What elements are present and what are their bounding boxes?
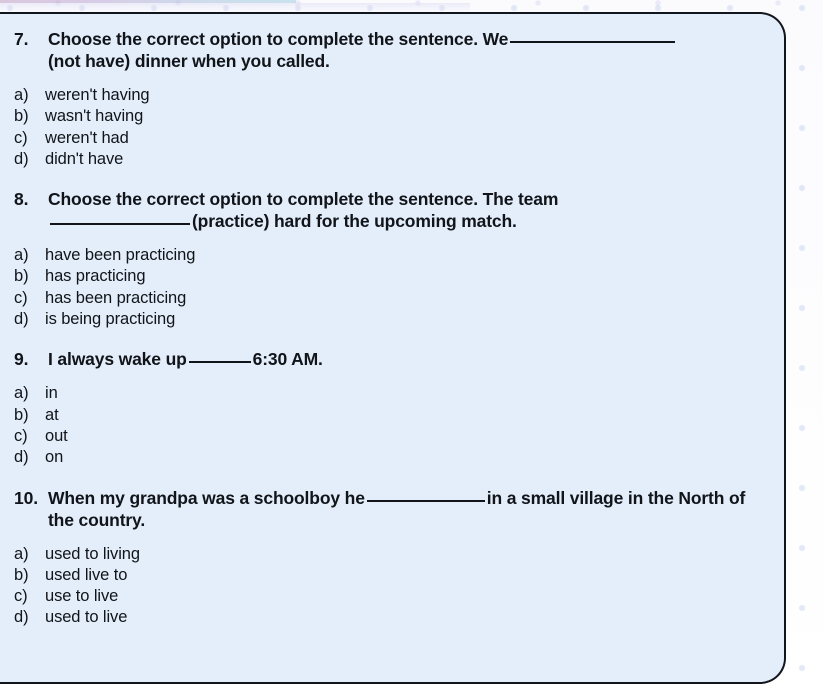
answer-blank bbox=[188, 361, 251, 364]
question-block: 8. Choose the correct option to complete… bbox=[14, 188, 758, 330]
option-letter: c) bbox=[14, 426, 28, 445]
option-letter: d) bbox=[14, 448, 29, 467]
option-text: use to live bbox=[45, 587, 119, 606]
option-text: weren't had bbox=[45, 128, 129, 147]
option-text: used live to bbox=[45, 565, 128, 584]
option-text: used to live bbox=[45, 608, 128, 627]
question-row: 7. Choose the correct option to complete… bbox=[14, 28, 758, 72]
answer-blank bbox=[510, 41, 676, 43]
option-text: has been practicing bbox=[45, 288, 187, 307]
question-text: When my grandpa was a schoolboy he in a s… bbox=[48, 487, 758, 531]
option-letter: d) bbox=[14, 149, 29, 168]
option-text: is being practicing bbox=[45, 310, 176, 329]
question-row: 10. When my grandpa was a schoolboy he in… bbox=[14, 487, 758, 531]
option-letter: c) bbox=[14, 587, 28, 606]
option-letter: a) bbox=[14, 544, 29, 563]
option-letter: d) bbox=[14, 310, 29, 329]
question-text-before: Choose the correct option to complete th… bbox=[48, 29, 509, 49]
option-letter: a) bbox=[14, 86, 29, 104]
option-row[interactable]: a) used to living bbox=[14, 544, 758, 565]
option-letter: c) bbox=[14, 128, 28, 147]
option-text: in bbox=[45, 384, 58, 403]
question-block: 10. When my grandpa was a schoolboy he in… bbox=[14, 487, 758, 629]
option-letter: a) bbox=[14, 384, 29, 403]
option-row[interactable]: d) used to live bbox=[14, 607, 758, 628]
options-list: a) used to living b) used live to c) use… bbox=[14, 544, 758, 629]
option-letter: a) bbox=[14, 246, 29, 265]
option-row[interactable]: d) on bbox=[14, 447, 758, 468]
question-text: I always wake up 6:30 AM. bbox=[48, 348, 758, 370]
options-list: a) have been practicing b) has practicin… bbox=[14, 245, 758, 330]
decorative-top-ribbon-fade bbox=[0, 3, 470, 12]
option-letter: b) bbox=[14, 267, 29, 286]
option-row[interactable]: c) out bbox=[14, 426, 758, 447]
question-number: 9. bbox=[14, 349, 29, 370]
option-row[interactable]: d) didn't have bbox=[14, 149, 758, 170]
worksheet-panel: 7. Choose the correct option to complete… bbox=[0, 12, 786, 684]
question-block: 9. I always wake up 6:30 AM. a) in b) at … bbox=[14, 348, 758, 468]
question-text-before: I always wake up bbox=[48, 349, 187, 370]
option-letter: c) bbox=[14, 288, 28, 307]
option-text: on bbox=[45, 448, 64, 467]
option-row[interactable]: a) have been practicing bbox=[14, 245, 758, 266]
question-number: 10. bbox=[14, 487, 39, 508]
option-letter: d) bbox=[14, 608, 29, 627]
option-row[interactable]: c) weren't had bbox=[14, 128, 758, 149]
question-text-before: When my grandpa was a schoolboy he bbox=[48, 487, 365, 508]
option-text: has practicing bbox=[45, 267, 146, 286]
question-block: 7. Choose the correct option to complete… bbox=[14, 28, 758, 170]
question-row: 8. Choose the correct option to complete… bbox=[14, 188, 758, 232]
option-text: weren't having bbox=[45, 86, 150, 104]
option-text: have been practicing bbox=[45, 246, 196, 265]
option-row[interactable]: a) in bbox=[14, 383, 758, 404]
option-letter: b) bbox=[14, 107, 29, 126]
question-text: Choose the correct option to complete th… bbox=[48, 28, 758, 72]
option-row[interactable]: b) at bbox=[14, 405, 758, 426]
option-row[interactable]: d) is being practicing bbox=[14, 309, 758, 330]
option-letter: b) bbox=[14, 405, 29, 424]
option-text: didn't have bbox=[45, 149, 124, 168]
question-text: Choose the correct option to complete th… bbox=[48, 188, 758, 232]
option-row[interactable]: b) has practicing bbox=[14, 266, 758, 287]
question-text-before: Choose the correct option to complete th… bbox=[48, 189, 559, 210]
answer-blank bbox=[366, 499, 485, 502]
page-backdrop: 7. Choose the correct option to complete… bbox=[0, 0, 823, 696]
question-text-after: 6:30 AM. bbox=[252, 349, 323, 370]
option-letter: b) bbox=[14, 565, 29, 584]
option-text: at bbox=[45, 405, 59, 424]
option-row[interactable]: a) weren't having bbox=[14, 85, 758, 106]
answer-blank bbox=[50, 223, 190, 226]
option-row[interactable]: b) wasn't having bbox=[14, 106, 758, 127]
question-row: 9. I always wake up 6:30 AM. bbox=[14, 348, 758, 370]
question-number: 7. bbox=[14, 29, 29, 49]
option-text: used to living bbox=[45, 544, 140, 563]
option-row[interactable]: c) use to live bbox=[14, 586, 758, 607]
option-row[interactable]: c) has been practicing bbox=[14, 288, 758, 309]
question-number: 8. bbox=[14, 189, 29, 210]
option-row[interactable]: b) used live to bbox=[14, 565, 758, 586]
option-text: wasn't having bbox=[45, 107, 144, 126]
options-list: a) in b) at c) out d) on bbox=[14, 383, 758, 468]
options-list: a) weren't having b) wasn't having c) we… bbox=[14, 85, 758, 170]
option-text: out bbox=[45, 426, 68, 445]
question-text-after: (not have) dinner when you called. bbox=[48, 51, 330, 71]
question-text-after: (practice) hard for the upcoming match. bbox=[192, 211, 517, 232]
